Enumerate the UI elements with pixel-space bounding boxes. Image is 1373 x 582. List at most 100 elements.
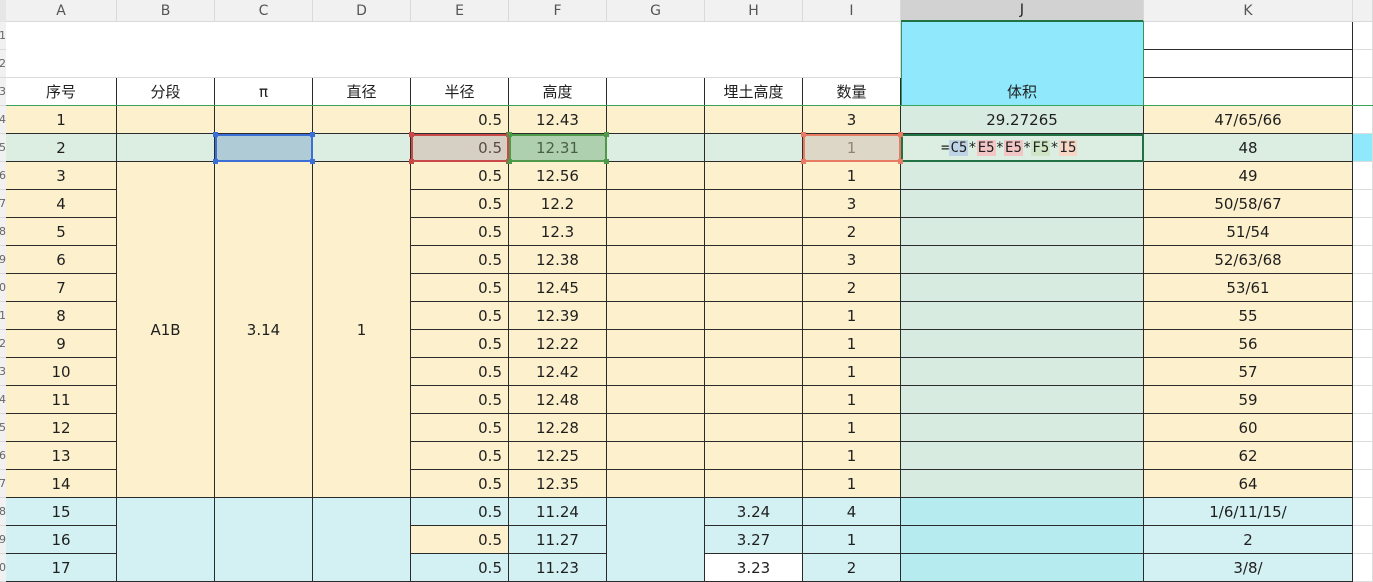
- cell-height[interactable]: 11.27: [509, 526, 607, 554]
- header-segment[interactable]: 分段: [117, 78, 215, 106]
- merged-segment-lower[interactable]: [117, 498, 215, 582]
- cell-buried[interactable]: [705, 330, 803, 358]
- cell-radius[interactable]: 0.5: [411, 162, 509, 190]
- cell-qty[interactable]: 4: [803, 498, 901, 526]
- cell-radius[interactable]: 0.5: [411, 134, 509, 162]
- cell-ref[interactable]: 51/54: [1144, 218, 1353, 246]
- cell-qty[interactable]: 1: [803, 526, 901, 554]
- cell-seq[interactable]: 3: [6, 162, 117, 190]
- cell-l[interactable]: [1353, 442, 1373, 470]
- cell-seq[interactable]: 10: [6, 358, 117, 386]
- ref-box-f5-handle[interactable]: [604, 132, 609, 137]
- cell-segment-r4[interactable]: [117, 106, 215, 134]
- cell-volume[interactable]: [901, 526, 1144, 554]
- cell-volume[interactable]: [901, 330, 1144, 358]
- cell-qty[interactable]: 1: [803, 330, 901, 358]
- cell-buried[interactable]: [705, 470, 803, 498]
- cell-l[interactable]: [1353, 414, 1373, 442]
- cell-qty[interactable]: 1: [803, 470, 901, 498]
- cell-radius[interactable]: 0.5: [411, 498, 509, 526]
- cell-height[interactable]: 12.31: [509, 134, 607, 162]
- cell-seq[interactable]: 17: [6, 554, 117, 582]
- cell-buried[interactable]: [705, 134, 803, 162]
- k-row2-cell[interactable]: [1144, 50, 1353, 78]
- cell-l[interactable]: [1353, 554, 1373, 582]
- cell-height[interactable]: 12.39: [509, 302, 607, 330]
- column-header-b[interactable]: B: [117, 0, 215, 22]
- cell-pi-r5[interactable]: [215, 134, 313, 162]
- merged-g-lower[interactable]: [607, 498, 705, 582]
- cell-radius[interactable]: 0.5: [411, 526, 509, 554]
- cell-volume[interactable]: [901, 162, 1144, 190]
- header-k[interactable]: [1144, 78, 1353, 106]
- column-header-a[interactable]: A: [6, 0, 117, 22]
- cell-volume[interactable]: [901, 274, 1144, 302]
- cell-buried[interactable]: [705, 358, 803, 386]
- cell-height[interactable]: 12.35: [509, 470, 607, 498]
- cell-volume[interactable]: [901, 554, 1144, 582]
- cell-diameter-r4[interactable]: [313, 106, 411, 134]
- cell-g[interactable]: [607, 330, 705, 358]
- cell-height[interactable]: 12.38: [509, 246, 607, 274]
- cell-seq[interactable]: 1: [6, 106, 117, 134]
- cell-volume[interactable]: [901, 302, 1144, 330]
- cell-radius[interactable]: 0.5: [411, 386, 509, 414]
- column-header-d[interactable]: D: [313, 0, 411, 22]
- cell-buried[interactable]: [705, 414, 803, 442]
- cell-qty[interactable]: 3: [803, 246, 901, 274]
- cell-l[interactable]: [1353, 526, 1373, 554]
- cell-buried[interactable]: [705, 106, 803, 134]
- cell-buried[interactable]: 3.27: [705, 526, 803, 554]
- cell-height[interactable]: 12.43: [509, 106, 607, 134]
- cell-seq[interactable]: 16: [6, 526, 117, 554]
- cell-ref[interactable]: 3/8/: [1144, 554, 1353, 582]
- cell-qty[interactable]: 3: [803, 190, 901, 218]
- cell-volume[interactable]: [901, 190, 1144, 218]
- cell-seq[interactable]: 12: [6, 414, 117, 442]
- cell-radius[interactable]: 0.5: [411, 302, 509, 330]
- header-qty[interactable]: 数量: [803, 78, 901, 106]
- column-header-c[interactable]: C: [215, 0, 313, 22]
- column-header-e[interactable]: E: [411, 0, 509, 22]
- ref-box-i5-handle[interactable]: [898, 159, 903, 164]
- cell-l[interactable]: [1353, 386, 1373, 414]
- cell-ref[interactable]: 59: [1144, 386, 1353, 414]
- cell-g[interactable]: [607, 386, 705, 414]
- cell-l[interactable]: [1353, 218, 1373, 246]
- cell-ref[interactable]: 1/6/11/15/: [1144, 498, 1353, 526]
- cell-g[interactable]: [607, 218, 705, 246]
- cell-radius[interactable]: 0.5: [411, 358, 509, 386]
- cell-seq[interactable]: 2: [6, 134, 117, 162]
- cell-seq[interactable]: 6: [6, 246, 117, 274]
- cell-ref[interactable]: 2: [1144, 526, 1353, 554]
- cell-g[interactable]: [607, 414, 705, 442]
- cell-diameter-r5[interactable]: [313, 134, 411, 162]
- cell-pi-r4[interactable]: [215, 106, 313, 134]
- cell-g[interactable]: [607, 162, 705, 190]
- cell-l[interactable]: [1353, 470, 1373, 498]
- cell-seq[interactable]: 7: [6, 274, 117, 302]
- merged-pi[interactable]: 3.14: [215, 162, 313, 498]
- header-g[interactable]: [607, 78, 705, 106]
- cell-height[interactable]: 12.48: [509, 386, 607, 414]
- header-pi[interactable]: π: [215, 78, 313, 106]
- cell-l[interactable]: [1353, 134, 1373, 162]
- column-header-j[interactable]: J: [901, 0, 1144, 22]
- column-header-f[interactable]: F: [509, 0, 607, 22]
- cell-g[interactable]: [607, 190, 705, 218]
- cell-volume[interactable]: [901, 246, 1144, 274]
- cell-g[interactable]: [607, 134, 705, 162]
- cell-qty[interactable]: 2: [803, 274, 901, 302]
- ref-box-f5-handle[interactable]: [507, 132, 512, 137]
- cell-ref[interactable]: 49: [1144, 162, 1353, 190]
- k-row1-cell[interactable]: [1144, 22, 1353, 50]
- column-header-h[interactable]: H: [705, 0, 803, 22]
- ref-box-c5-handle[interactable]: [310, 159, 315, 164]
- cell-volume[interactable]: [901, 414, 1144, 442]
- cell-l[interactable]: [1353, 302, 1373, 330]
- ref-box-c5-handle[interactable]: [213, 159, 218, 164]
- cell-seq[interactable]: 5: [6, 218, 117, 246]
- ref-box-c5-handle[interactable]: [213, 132, 218, 137]
- header-volume[interactable]: 体积: [901, 78, 1144, 106]
- cell-l[interactable]: [1353, 106, 1373, 134]
